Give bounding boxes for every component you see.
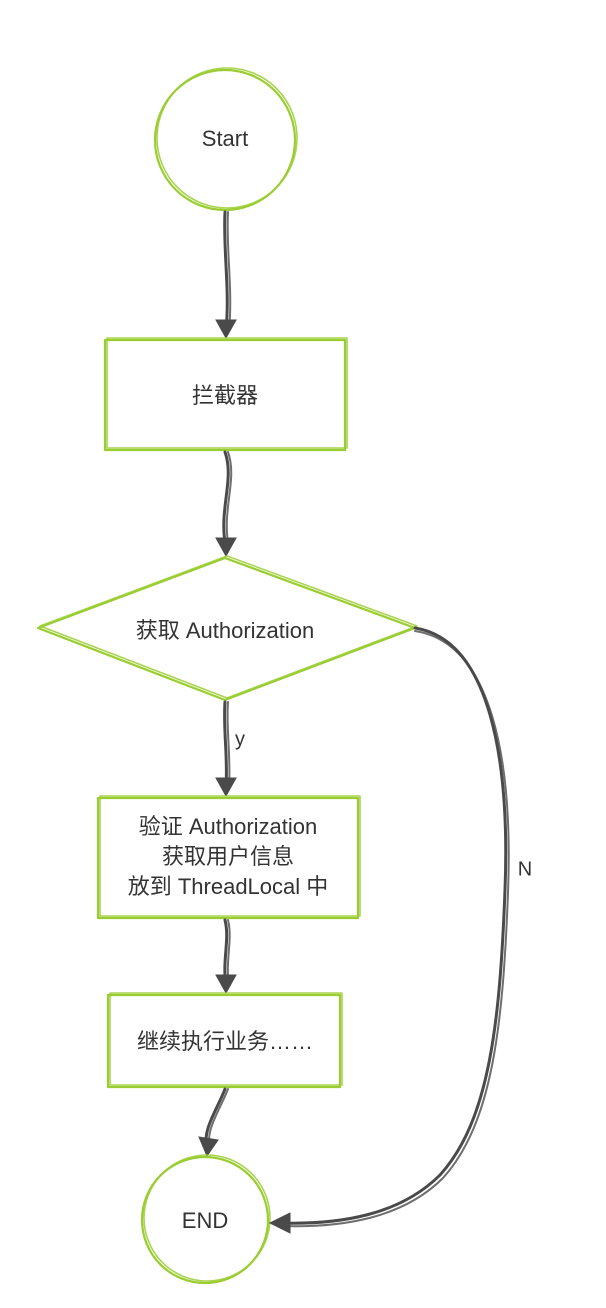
- continue-node: 继续执行业务……: [108, 993, 342, 1087]
- continue-label: 继续执行业务……: [137, 1029, 313, 1054]
- arrow-interceptor-to-decision: [216, 452, 236, 556]
- end-label: END: [182, 1208, 228, 1233]
- verify-node: 验证 Authorization 获取用户信息 放到 ThreadLocal 中: [98, 796, 360, 918]
- start-node: Start: [155, 68, 297, 210]
- start-label: Start: [202, 126, 248, 151]
- arrow-verify-to-continue: [216, 920, 236, 993]
- interceptor-node: 拦截器: [105, 338, 347, 450]
- verify-line2: 获取用户信息: [162, 844, 294, 869]
- verify-line1: 验证 Authorization: [139, 814, 318, 839]
- decision-node: 获取 Authorization: [38, 556, 417, 700]
- arrow-continue-to-end: [199, 1089, 228, 1156]
- edge-no-label: N: [518, 858, 532, 880]
- edge-yes-label: y: [235, 728, 245, 750]
- interceptor-label: 拦截器: [192, 383, 258, 408]
- decision-label: 获取 Authorization: [136, 618, 315, 643]
- arrow-start-to-interceptor: [216, 212, 236, 338]
- arrow-decision-to-verify: y: [216, 702, 245, 796]
- flowchart-canvas: Start 拦截器 获取 Authorization y 验证 Authoriz…: [0, 0, 606, 1308]
- end-node: END: [142, 1155, 270, 1283]
- arrow-decision-to-end-no: N: [270, 628, 532, 1233]
- verify-line3: 放到 ThreadLocal 中: [128, 874, 329, 899]
